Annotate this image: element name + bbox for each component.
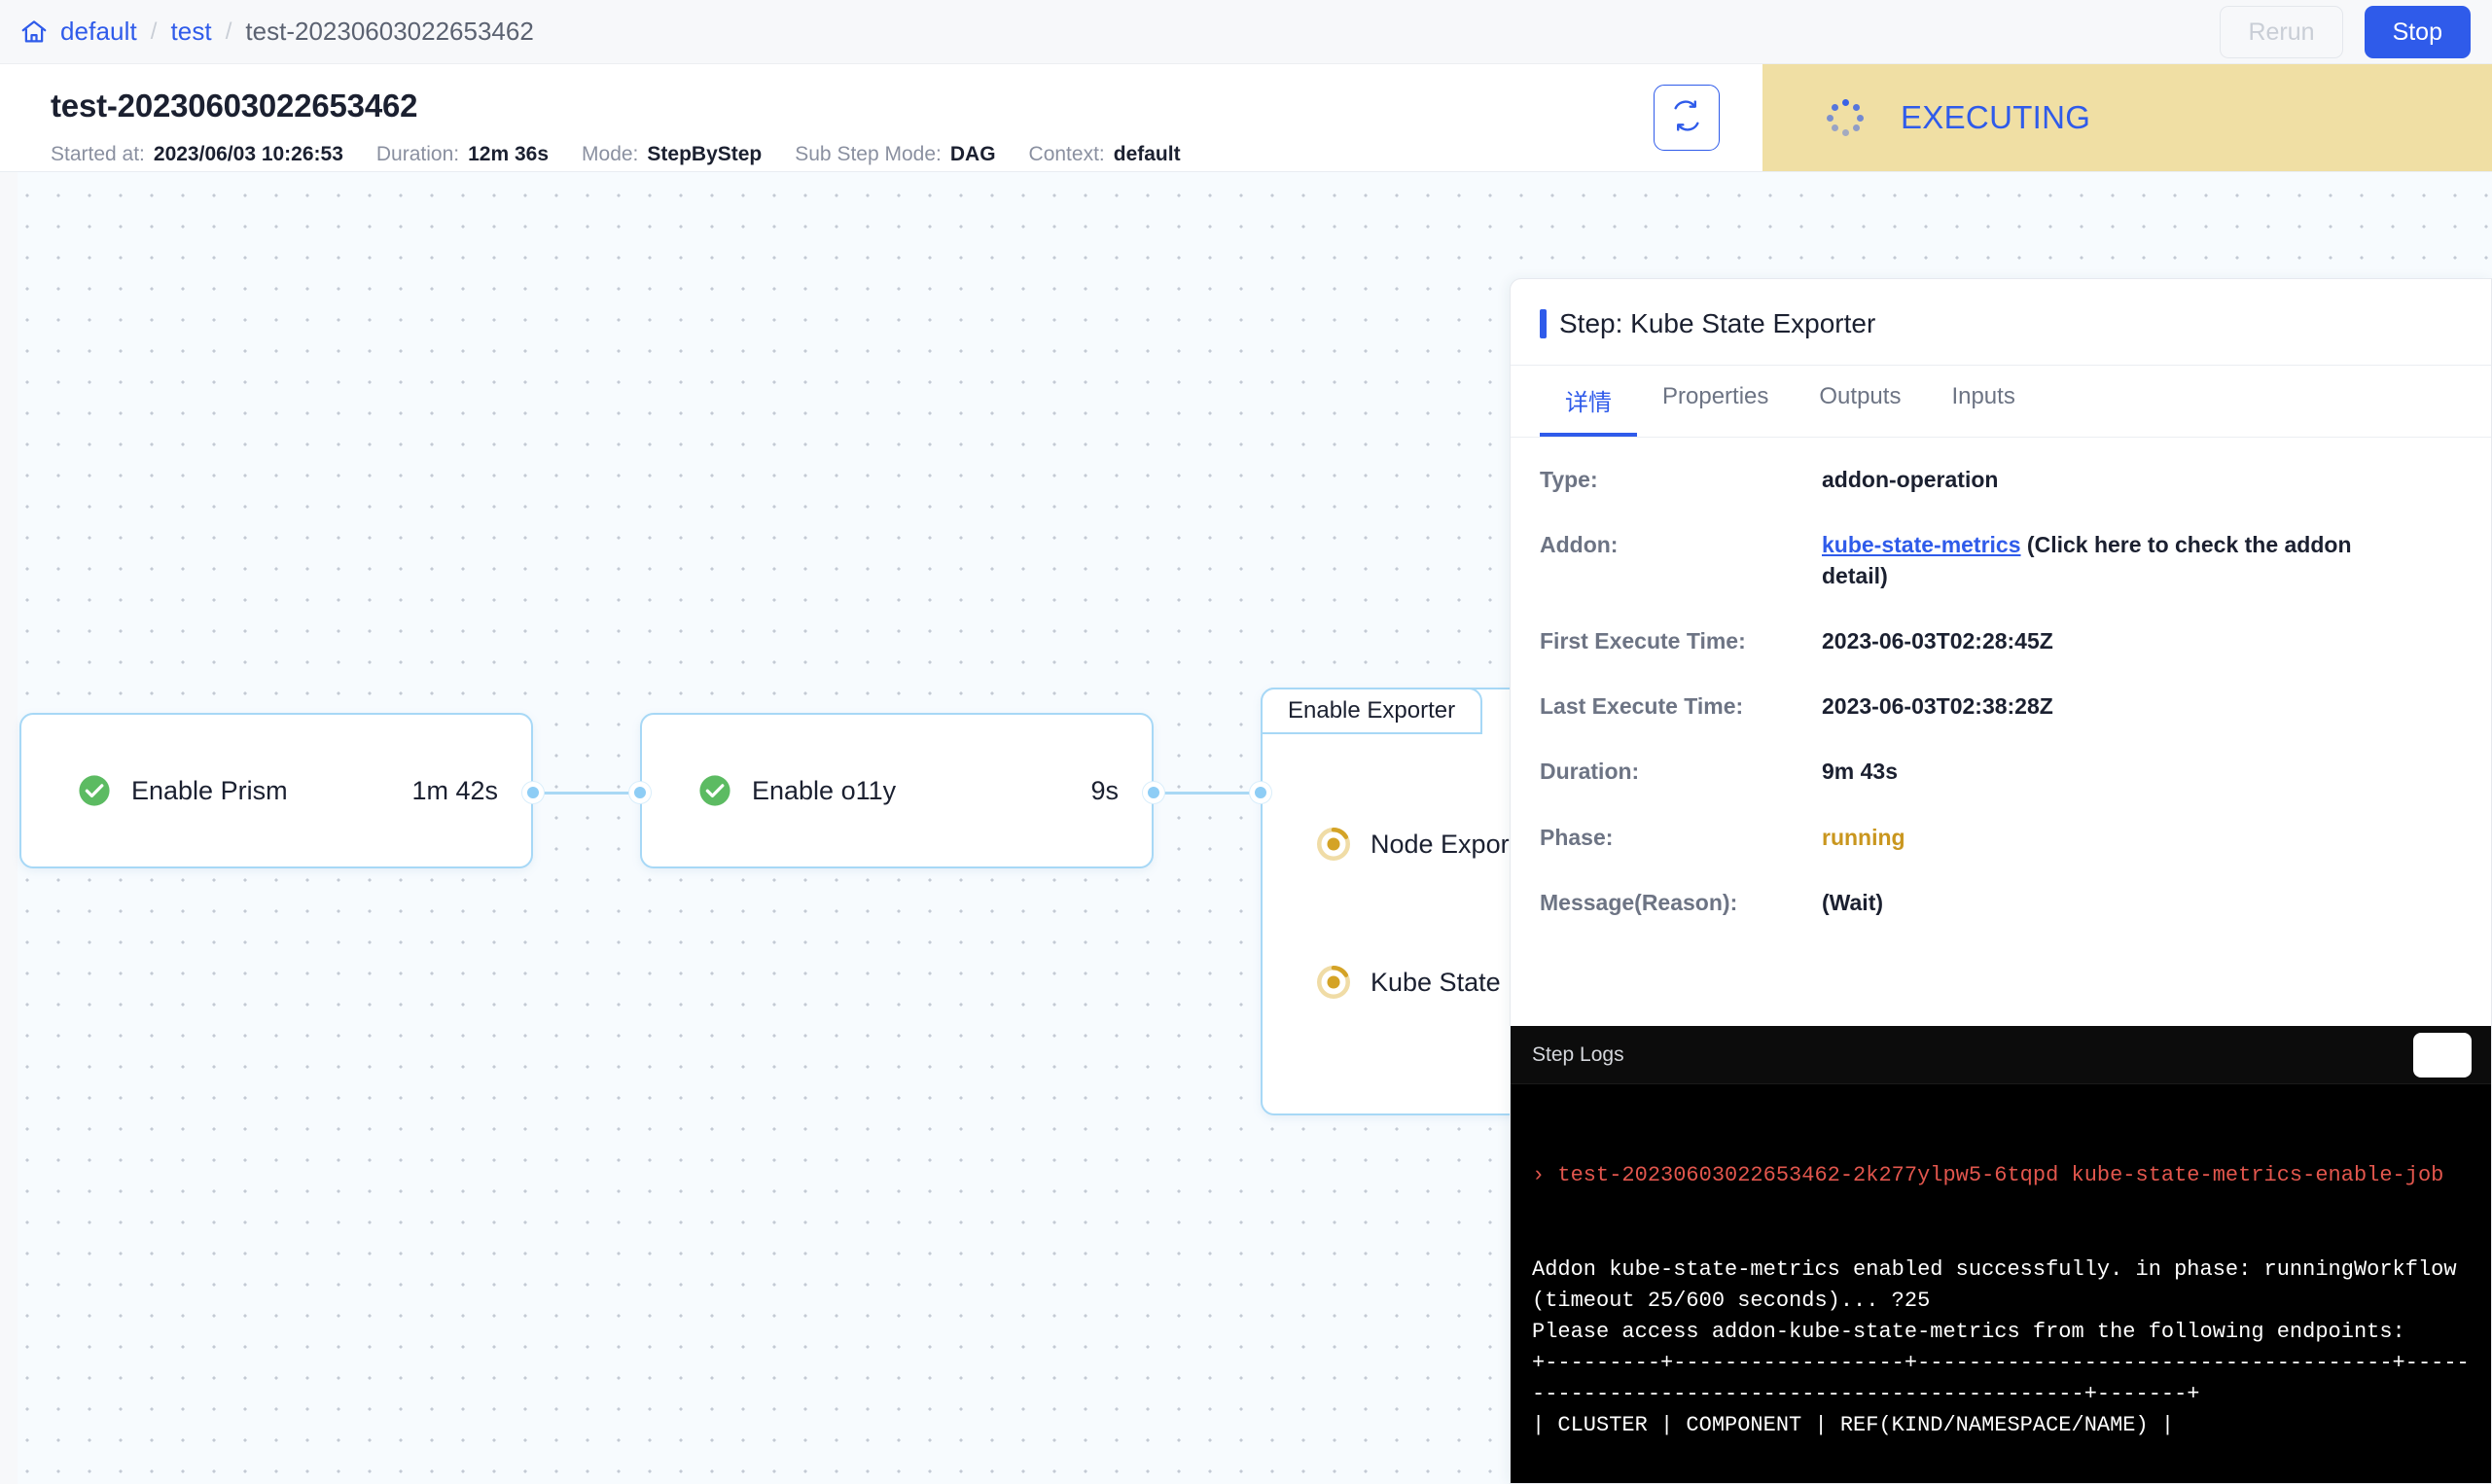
addon-link[interactable]: kube-state-metrics [1822,532,2021,557]
tab-properties[interactable]: Properties [1637,366,1794,437]
meta-value-mode: StepByStep [647,143,763,165]
loading-spinner-icon [1827,99,1864,136]
check-circle-icon [698,774,731,807]
tab-outputs[interactable]: Outputs [1794,366,1926,437]
breadcrumb-item-current: test-20230603022653462 [245,17,534,46]
field-duration: Duration: 9m 43s [1540,757,2462,787]
graph-node-label: Enable Prism [131,775,288,805]
graph-node-enable-prism[interactable]: Enable Prism 1m 42s [19,713,533,868]
graph-group-header[interactable]: Enable Exporter [1261,688,1483,734]
node-port-out[interactable] [522,782,544,803]
refresh-button[interactable] [1654,85,1720,151]
graph-node-duration: 9s [1090,775,1119,805]
field-first-execute-time: First Execute Time: 2023-06-03T02:28:45Z [1540,626,2462,656]
field-phase: Phase: running [1540,823,2462,853]
step-logs-header: Step Logs [1511,1026,2491,1084]
breadcrumb-item-test[interactable]: test [170,17,211,47]
stop-button[interactable]: Stop [2364,5,2471,58]
step-logs-body[interactable]: › test-20230603022653462-2k277ylpw5-6tqp… [1511,1084,2491,1483]
home-icon[interactable] [18,16,51,49]
breadcrumb-separator: / [225,18,232,45]
meta-key-started-at: Started at: [51,143,145,165]
field-addon: Addon: kube-state-metrics (Click here to… [1540,530,2462,591]
field-value: 2023-06-03T02:38:28Z [1822,693,2053,720]
field-value: 9m 43s [1822,759,1899,785]
node-port-in[interactable] [629,782,651,803]
field-value: (Wait) [1822,889,1884,915]
field-last-execute-time: Last Execute Time: 2023-06-03T02:38:28Z [1540,691,2462,722]
canvas-left-gutter [0,172,18,1484]
graph-node-duration: 1m 42s [411,775,498,805]
meta-value-duration: 12m 36s [468,143,550,165]
field-type: Type: addon-operation [1540,465,2462,495]
breadcrumb-separator: / [150,18,158,45]
meta-key-sub-step-mode: Sub Step Mode: [795,143,942,165]
meta-key-duration: Duration: [375,143,460,165]
breadcrumb-item-default[interactable]: default [60,17,137,47]
tab-details[interactable]: 详情 [1540,366,1637,437]
meta-value-sub-step-mode: DAG [949,143,996,165]
step-detail-panel: Step: Kube State Exporter 详情 Properties … [1510,278,2492,1484]
field-value: 2023-06-03T02:28:45Z [1822,627,2053,654]
field-label: Addon: [1540,532,1619,558]
edge-o11y-to-exporter [1150,792,1261,795]
running-circle-icon [1317,828,1350,861]
step-logs-title: Step Logs [1532,1042,1624,1066]
breadcrumb: default / test / test-20230603022653462 [0,16,534,49]
tab-inputs[interactable]: Inputs [1926,366,2040,437]
workflow-run-page: default / test / test-20230603022653462 … [0,0,2492,1484]
rerun-button[interactable]: Rerun [2220,5,2343,58]
node-port-out[interactable] [1143,782,1164,803]
edge-prism-to-o11y [531,792,642,795]
field-label: Message(Reason): [1540,889,1738,915]
step-detail-header: Step: Kube State Exporter [1511,279,2491,339]
meta-key-mode: Mode: [582,143,639,165]
field-message-reason: Message(Reason): (Wait) [1540,888,2462,918]
field-label: Duration: [1540,759,1640,785]
page-title: test-20230603022653462 [51,88,418,124]
status-badge: EXECUTING [1762,64,2492,171]
top-bar: default / test / test-20230603022653462 … [0,0,2492,64]
run-info-left: test-20230603022653462 Started at: 2023/… [0,64,1654,171]
field-value: kube-state-metrics (Click here to check … [1822,530,2405,591]
top-actions: Rerun Stop [2220,5,2492,58]
field-label: Last Execute Time: [1540,693,1744,720]
graph-node-label: Enable o11y [752,775,897,805]
log-line-pod: › test-20230603022653462-2k277ylpw5-6tqp… [1532,1163,2444,1188]
meta-key-context: Context: [1028,143,1105,165]
step-logs-panel: Step Logs › test-20230603022653462-2k277… [1511,1026,2491,1483]
refresh-icon [1670,99,1703,137]
refresh-wrap [1654,64,1762,171]
graph-group-title: Enable Exporter [1288,697,1456,724]
meta-value-started-at: 2023/06/03 10:26:53 [153,143,343,165]
step-detail-title: Step: Kube State Exporter [1559,308,1876,338]
step-detail-tabs: 详情 Properties Outputs Inputs [1511,365,2491,437]
title-accent-bar [1540,309,1547,338]
graph-substep-node-exporter[interactable]: Node Exporter [1317,828,1540,861]
check-circle-icon [78,774,111,807]
field-value: running [1822,824,1905,850]
field-label: Type: [1540,467,1598,492]
copy-logs-button[interactable] [2413,1032,2472,1078]
meta-value-context: default [1113,143,1181,165]
field-label: First Execute Time: [1540,627,1746,654]
running-circle-icon [1317,966,1350,999]
run-meta-row: Started at: 2023/06/03 10:26:53 Duration… [51,143,1654,166]
status-text: EXECUTING [1901,99,2091,135]
run-info-bar: test-20230603022653462 Started at: 2023/… [0,64,2492,171]
field-value: addon-operation [1822,467,1999,492]
graph-node-enable-o11y[interactable]: Enable o11y 9s [640,713,1154,868]
log-line-output: Addon kube-state-metrics enabled success… [1532,1256,2470,1438]
step-detail-fields: Type: addon-operation Addon: kube-state-… [1511,438,2491,918]
group-port-in[interactable] [1250,782,1271,803]
field-label: Phase: [1540,824,1614,850]
